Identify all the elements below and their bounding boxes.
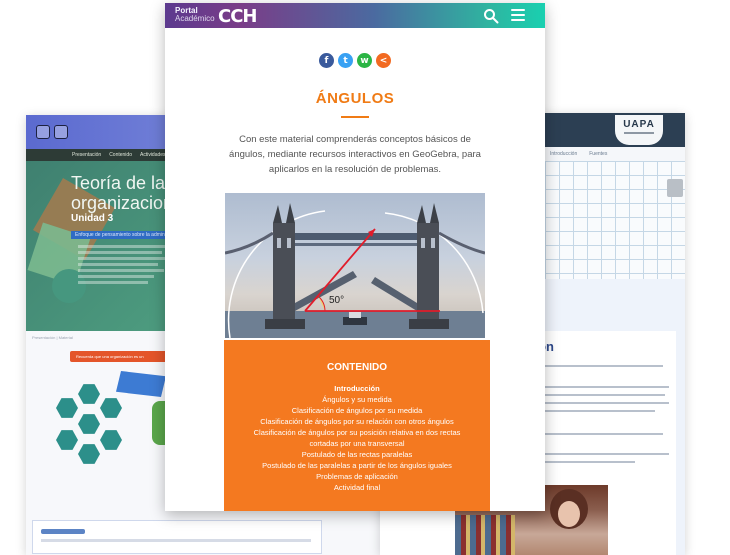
portal-header: Portal Académico CCH	[165, 3, 545, 28]
diagram-hexagon	[78, 414, 100, 434]
footer-text-line	[41, 539, 311, 542]
left-nav-item[interactable]: Presentación	[72, 152, 101, 158]
content-item[interactable]: Problemas de aplicación	[224, 471, 490, 482]
content-item[interactable]: Clasificación de ángulos por su medida	[224, 405, 490, 416]
left-card-footer-box	[32, 520, 322, 554]
diagram-hexagon	[56, 398, 78, 418]
content-panel: CONTENIDO Introducción Ángulos y su medi…	[224, 340, 490, 511]
text-line	[545, 394, 665, 396]
page-intro: Con este material comprenderás conceptos…	[229, 134, 481, 175]
portal-brand[interactable]: Portal Académico	[175, 7, 215, 23]
left-nav-item[interactable]: Contenido	[109, 152, 132, 158]
right-nav-item[interactable]: Fuentes	[589, 151, 607, 157]
scroll-handle[interactable]	[667, 179, 683, 197]
faculty-logo-icon	[54, 125, 68, 139]
text-line	[545, 365, 663, 367]
left-hero-unit: Unidad 3	[71, 213, 114, 224]
uapa-logo: UAPA	[615, 115, 663, 145]
angulos-page: Portal Académico CCH f t w < ÁNGULOS Con…	[165, 3, 545, 511]
share-icon[interactable]: <	[376, 53, 391, 68]
grid-paper-banner	[545, 161, 685, 279]
left-nav-item[interactable]: Actividades	[140, 152, 166, 158]
left-orange-banner: Recuerda que una organización es un	[70, 351, 180, 362]
angle-label: 50°	[329, 295, 344, 306]
diagram-hexagon	[78, 384, 100, 404]
content-item[interactable]: Clasificación de ángulos por su posición…	[224, 427, 490, 449]
content-item[interactable]: Postulado de las paralelas a partir de l…	[224, 460, 490, 471]
right-nav-item[interactable]: Introducción	[550, 151, 577, 157]
page-title: ÁNGULOS	[315, 90, 395, 107]
social-share-bar: f t w <	[165, 53, 545, 68]
text-line	[545, 386, 669, 388]
text-line	[545, 453, 669, 455]
diagram-hexagon	[56, 430, 78, 450]
menu-icon[interactable]	[511, 9, 525, 21]
content-item-intro[interactable]: Introducción	[224, 383, 490, 394]
content-item[interactable]: Postulado de las rectas paralelas	[224, 449, 490, 460]
footer-pill	[41, 529, 85, 534]
diagram-hexagon	[100, 398, 122, 418]
diagram-hexagon	[78, 444, 100, 464]
text-line	[545, 402, 669, 404]
university-logo-icon	[36, 125, 50, 139]
diagram-hexagon	[100, 430, 122, 450]
whatsapp-share-icon[interactable]: w	[357, 53, 372, 68]
search-icon[interactable]	[483, 8, 499, 24]
content-item[interactable]: Clasificación de ángulos por su relación…	[224, 416, 490, 427]
text-line	[545, 461, 635, 463]
diagram-burst	[116, 371, 166, 397]
twitter-share-icon[interactable]: t	[338, 53, 353, 68]
content-title: CONTENIDO	[327, 362, 387, 373]
left-hero-text	[78, 245, 168, 287]
title-underline	[341, 116, 369, 118]
content-list: Introducción Ángulos y su medida Clasifi…	[224, 383, 490, 493]
text-line	[545, 410, 655, 412]
content-item[interactable]: Actividad final	[224, 482, 490, 493]
tower-bridge-angle-image: 50°	[225, 193, 485, 338]
text-line	[545, 433, 663, 435]
left-breadcrumb: Presentación | Material	[32, 335, 73, 340]
cch-logo[interactable]: CCH	[218, 6, 257, 27]
content-item[interactable]: Ángulos y su medida	[224, 394, 490, 405]
facebook-share-icon[interactable]: f	[319, 53, 334, 68]
